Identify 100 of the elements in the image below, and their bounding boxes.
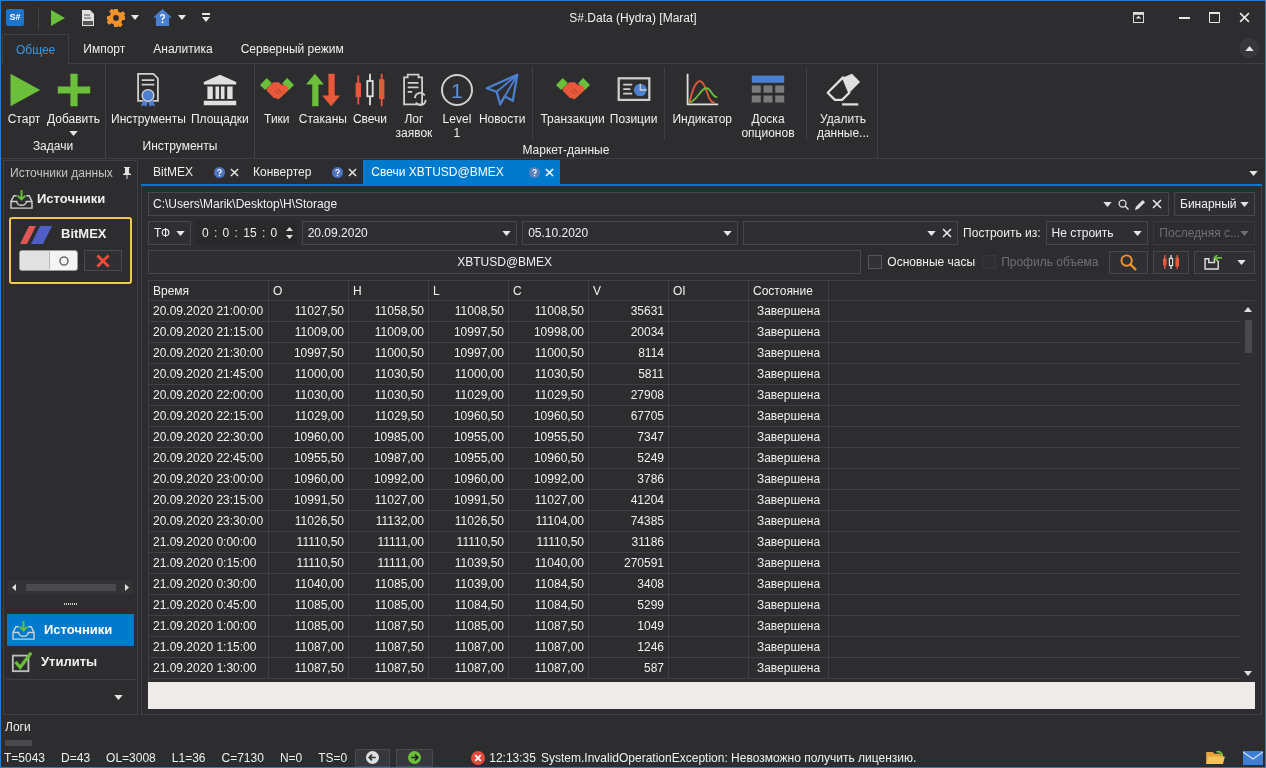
checkbox[interactable] — [868, 255, 883, 269]
caret-icon — [1244, 45, 1254, 51]
close-icon — [544, 167, 554, 177]
open-folder-button[interactable] — [1206, 750, 1225, 765]
spinner-arrows-icon — [285, 226, 293, 240]
table-cell: 11000,50 — [509, 343, 589, 363]
ribbon-button[interactable]: Новости — [476, 67, 528, 140]
column-header[interactable]: H — [349, 281, 429, 300]
table-cell: 11009,00 — [269, 322, 349, 342]
ribbon-tab[interactable]: Аналитика — [139, 34, 227, 64]
group-label: Инструменты — [141, 139, 219, 155]
ribbon-button[interactable]: Индикатор — [670, 67, 734, 140]
search-button[interactable] — [1108, 250, 1148, 274]
column-header[interactable]: L — [429, 281, 509, 300]
table-cell: Завершена — [749, 658, 829, 678]
checkbox-icon — [11, 651, 33, 673]
section-heading: Источники — [37, 190, 106, 209]
ribbon-button[interactable]: Лог заявок — [390, 67, 437, 140]
table-cell: 21.09.2020 1:00:00 — [149, 616, 269, 636]
ribbon-button[interactable]: Доска опционов — [735, 67, 801, 140]
pin-button[interactable] — [123, 167, 131, 179]
column-header[interactable]: OI — [669, 281, 749, 300]
pin-icon — [123, 167, 131, 179]
ribbon-tab[interactable]: Серверный режим — [226, 34, 358, 64]
date-to-dropdown[interactable]: 05.10.2020 — [522, 221, 738, 245]
storage-path-combobox[interactable]: C:\Users\Marik\Desktop\H\Storage — [148, 192, 1169, 216]
tabs-menu-button[interactable] — [1249, 171, 1258, 176]
remove-button[interactable] — [84, 250, 122, 271]
ribbon-button[interactable]: 1 Level 1 — [437, 67, 476, 140]
help-dropdown-button[interactable] — [151, 9, 188, 26]
ribbon-button[interactable]: Площадки — [188, 67, 251, 136]
caret-icon — [1133, 230, 1143, 236]
mail-button[interactable] — [1243, 750, 1263, 765]
ribbon-button[interactable]: Старт — [4, 67, 44, 136]
ribbon-button[interactable]: Инструменты — [109, 67, 188, 136]
table-cell: 11104,00 — [509, 511, 589, 531]
ribbon-tab[interactable]: Общее — [2, 34, 70, 64]
table-cell: Завершена — [749, 406, 829, 426]
ribbon-button[interactable]: Тики — [257, 67, 296, 140]
table-cell: 20.09.2020 22:15:00 — [149, 406, 269, 426]
column-header[interactable]: O — [269, 281, 349, 300]
column-header[interactable]: C — [509, 281, 589, 300]
document-tab[interactable]: Свечи XBTUSD@BMEX — [363, 160, 560, 184]
document-tab[interactable]: Конвертер — [245, 160, 364, 184]
column-header[interactable]: Состояние — [749, 281, 829, 300]
gear-icon — [107, 8, 125, 27]
table-cell: Завершена — [749, 469, 829, 489]
table-cell: 20.09.2020 23:15:00 — [149, 490, 269, 510]
clear-icon — [1152, 199, 1162, 209]
ribbon-button[interactable]: Добавить — [45, 67, 103, 136]
table-cell: 11087,00 — [429, 658, 509, 678]
table-cell: 11087,50 — [269, 658, 349, 678]
more-button[interactable] — [114, 694, 123, 700]
column-header[interactable]: Время — [149, 281, 269, 300]
ribbon-tab[interactable]: Импорт — [69, 34, 140, 64]
collapse-ribbon-button[interactable] — [1239, 38, 1259, 58]
source-card[interactable]: BitMEX — [9, 217, 132, 284]
ribbon-button[interactable]: Удалить данные... — [812, 67, 874, 140]
timeframe-spinner[interactable]: 0 : 0 : 15 : 0 — [195, 221, 297, 245]
table-cell: Завершена — [749, 322, 829, 342]
table-cell: 11027,50 — [269, 301, 349, 321]
ribbon-button[interactable]: Свечи — [349, 67, 390, 140]
build-from-dropdown[interactable]: Не строить — [1045, 221, 1149, 245]
caret-icon — [1240, 201, 1249, 207]
table-cell: Завершена — [749, 364, 829, 384]
close-icon — [1238, 12, 1250, 23]
table-cell: 21.09.2020 0:45:00 — [149, 595, 269, 615]
ribbon-button[interactable]: Стаканы — [296, 67, 349, 140]
back-button[interactable] — [355, 748, 391, 767]
table-cell: 10955,00 — [429, 448, 509, 468]
table-cell: 11030,50 — [509, 364, 589, 384]
ribbon-button[interactable]: Транзакции — [538, 67, 607, 140]
table-cell: 21.09.2020 1:15:00 — [149, 637, 269, 657]
plus-icon — [55, 72, 92, 108]
candles-button[interactable] — [1152, 250, 1190, 274]
clear-icon — [942, 228, 953, 238]
format-dropdown[interactable]: Бинарный — [1174, 192, 1255, 216]
ribbon-button[interactable]: Позиции — [607, 67, 660, 140]
table-cell: Завершена — [749, 532, 829, 552]
log-file-button[interactable] — [79, 8, 97, 27]
caret-icon — [114, 694, 123, 700]
customize-button[interactable] — [200, 13, 212, 22]
table-cell: 11111,00 — [349, 532, 429, 552]
toggle-switch[interactable] — [19, 250, 79, 271]
date-from-dropdown[interactable]: 20.09.2020 — [301, 221, 518, 245]
document-tab[interactable]: BitMEX — [145, 160, 245, 184]
nav-item[interactable]: Утилиты — [7, 646, 134, 678]
table-cell: 11087,50 — [349, 658, 429, 678]
table-cell: 3408 — [589, 574, 669, 594]
table-cell: 11110,50 — [509, 532, 589, 552]
timeframe-dropdown[interactable]: ТФ — [148, 221, 191, 245]
table-cell: Завершена — [749, 385, 829, 405]
table-cell: 21.09.2020 1:30:00 — [149, 658, 269, 678]
save-dropdown-button[interactable] — [1194, 250, 1255, 274]
column-header[interactable]: V — [589, 281, 669, 300]
security-field[interactable]: XBTUSD@BMEX — [148, 250, 862, 274]
forward-button[interactable] — [396, 748, 434, 767]
status-counter: TS=0 — [318, 749, 348, 767]
settings-dropdown-button[interactable] — [105, 8, 141, 27]
nav-item[interactable]: Источники — [7, 614, 134, 646]
